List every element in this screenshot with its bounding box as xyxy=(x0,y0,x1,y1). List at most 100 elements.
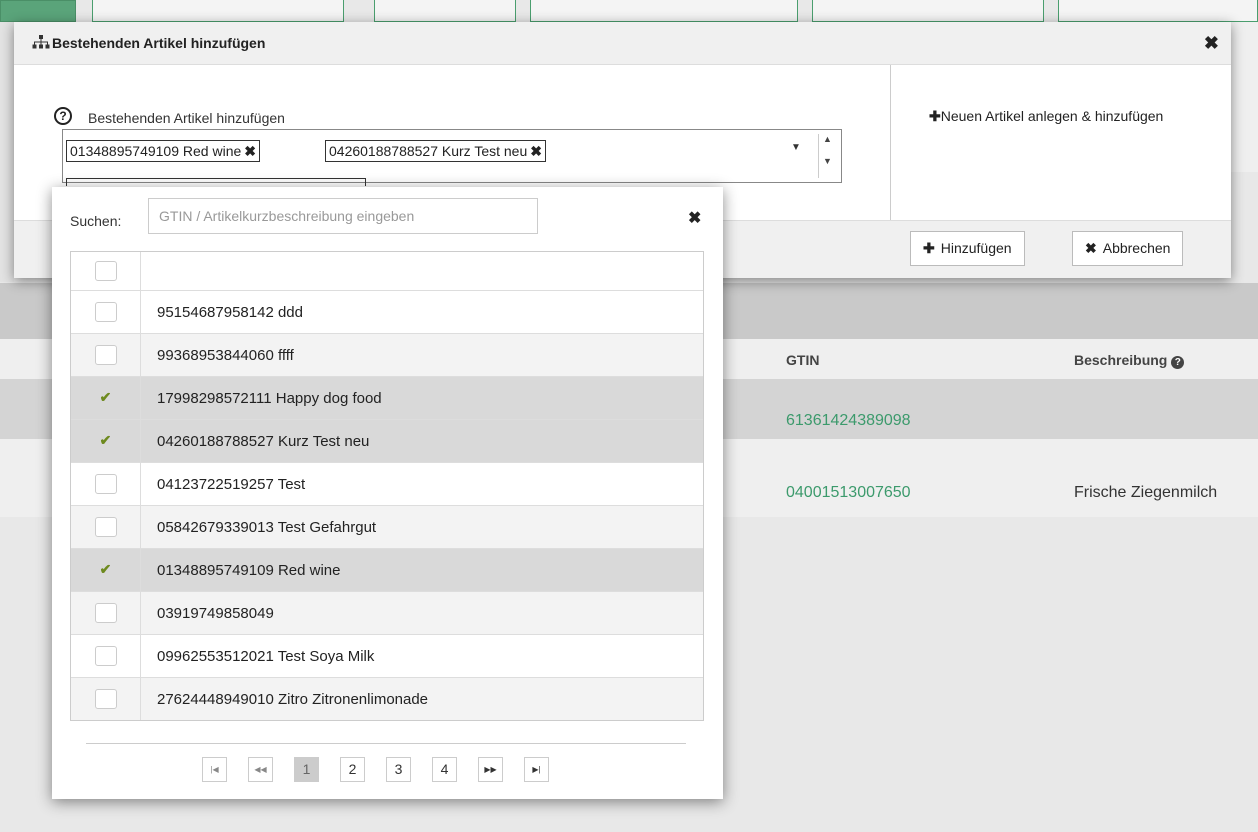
new-article-link[interactable]: ✚Neuen Artikel anlegen & hinzufügen xyxy=(929,109,1169,124)
background-green-button[interactable] xyxy=(0,0,76,22)
checkbox-cell: ✔ xyxy=(71,549,141,591)
next-page-icon[interactable]: ▶▶ xyxy=(478,757,503,782)
item-label: 17998298572111 Happy dog food xyxy=(157,389,382,407)
list-item[interactable]: ✔ 04260188788527 Kurz Test neu xyxy=(71,419,703,462)
checkbox-cell xyxy=(71,592,141,634)
checkbox-cell xyxy=(71,463,141,505)
background-toolbar-button[interactable] xyxy=(1058,0,1258,22)
chip-label: 04260188788527 Kurz Test neu xyxy=(329,143,528,159)
chip-label: 01348895749109 Red wine xyxy=(70,143,242,159)
add-button-label: Hinzufügen xyxy=(940,240,1012,256)
background-side-panel xyxy=(1230,22,1258,172)
item-label: 05842679339013 Test Gefahrgut xyxy=(157,518,377,536)
list-item[interactable]: 95154687958142 ddd xyxy=(71,290,703,333)
remove-icon[interactable]: ✖ xyxy=(244,143,256,159)
close-icon[interactable]: ✖ xyxy=(688,208,701,228)
item-label: 03919749858049 xyxy=(157,604,274,622)
list-item[interactable]: ✔ 17998298572111 Happy dog food xyxy=(71,376,703,419)
list-item[interactable]: 99368953844060 ffff xyxy=(71,333,703,376)
item-label: 04123722519257 Test xyxy=(157,475,306,493)
background-toolbar-button[interactable] xyxy=(530,0,798,22)
checkbox-cell: ✔ xyxy=(71,420,141,462)
item-checkbox[interactable] xyxy=(94,689,117,709)
page-button-2[interactable]: 2 xyxy=(340,757,365,782)
prev-page-icon[interactable]: ◀◀ xyxy=(248,757,273,782)
item-label: 27624448949010 Zitro Zitronenlimonade xyxy=(157,690,429,708)
pagination: |◀ ◀◀ 1 2 3 4 ▶▶ ▶| xyxy=(202,757,570,782)
remove-icon[interactable]: ✖ xyxy=(530,143,542,159)
cancel-button-label: Abbrechen xyxy=(1102,240,1171,256)
checkbox-cell: ✔ xyxy=(71,377,141,419)
item-checkbox[interactable] xyxy=(94,345,117,365)
gtin-link[interactable]: 04001513007650 xyxy=(786,484,911,502)
list-item[interactable]: 03919749858049 xyxy=(71,591,703,634)
add-button[interactable]: ✚ Hinzufügen xyxy=(910,231,1025,266)
pager-divider xyxy=(86,743,686,744)
selected-chip[interactable]: 01348895749109 Red wine ✖ xyxy=(66,140,260,162)
page-button-4[interactable]: 4 xyxy=(432,757,457,782)
check-icon[interactable]: ✔ xyxy=(95,431,117,451)
select-all-checkbox[interactable] xyxy=(94,261,117,281)
item-label: 01348895749109 Red wine xyxy=(157,561,341,579)
item-checkbox[interactable] xyxy=(94,302,117,322)
sitemap-icon xyxy=(32,34,50,52)
background-side-panel xyxy=(0,22,14,282)
list-item[interactable]: 05842679339013 Test Gefahrgut xyxy=(71,505,703,548)
page-button-3[interactable]: 3 xyxy=(386,757,411,782)
field-label: Bestehenden Artikel hinzufügen xyxy=(88,110,285,126)
modal-side-panel: ✚Neuen Artikel anlegen & hinzufügen xyxy=(890,65,1231,220)
gtin-link[interactable]: 61361424389098 xyxy=(786,412,911,430)
search-label: Suchen: xyxy=(70,213,122,229)
plus-icon: ✚ xyxy=(923,240,935,256)
check-icon[interactable]: ✔ xyxy=(95,388,117,408)
item-checkbox[interactable] xyxy=(94,474,117,494)
checkbox-cell xyxy=(71,635,141,677)
list-item[interactable]: 09962553512021 Test Soya Milk xyxy=(71,634,703,677)
last-page-icon[interactable]: ▶| xyxy=(524,757,549,782)
help-icon[interactable]: ? xyxy=(54,107,72,125)
page-button-1[interactable]: 1 xyxy=(294,757,319,782)
background-toolbar-button[interactable] xyxy=(374,0,516,22)
scroll-up-icon[interactable]: ▲ xyxy=(818,134,836,156)
article-multiselect[interactable]: 01348895749109 Red wine ✖ 04260188788527 … xyxy=(62,129,842,186)
gtin-column-header[interactable]: GTIN xyxy=(786,352,819,368)
checkbox-cell xyxy=(71,506,141,548)
article-selection-popup: Suchen: ✖ 95154687958142 ddd 99368953844… xyxy=(52,187,723,799)
list-item[interactable]: ✔ 01348895749109 Red wine xyxy=(71,548,703,591)
background-toolbar-button[interactable] xyxy=(812,0,1044,22)
description-cell: Frische Ziegenmilch xyxy=(1074,484,1218,501)
scroll-down-icon[interactable]: ▼ xyxy=(818,156,836,178)
close-icon: ✖ xyxy=(1085,240,1097,256)
check-icon[interactable]: ✔ xyxy=(95,560,117,580)
modal-header: Bestehenden Artikel hinzufügen ✖ xyxy=(14,22,1231,65)
help-icon: ? xyxy=(1171,356,1185,369)
item-checkbox[interactable] xyxy=(94,646,117,666)
select-all-row[interactable] xyxy=(71,252,703,290)
item-label: 95154687958142 ddd xyxy=(157,303,303,321)
checkbox-cell xyxy=(71,334,141,376)
caret-down-icon[interactable]: ▼ xyxy=(791,142,801,153)
new-article-label: Neuen Artikel anlegen & hinzufügen xyxy=(940,108,1164,124)
item-label: 99368953844060 ffff xyxy=(157,346,294,364)
close-icon[interactable]: ✖ xyxy=(1204,34,1219,52)
article-list: 95154687958142 ddd 99368953844060 ffff ✔… xyxy=(70,251,704,721)
checkbox-cell xyxy=(71,678,141,720)
background-toolbar-button[interactable] xyxy=(92,0,344,22)
item-label: 09962553512021 Test Soya Milk xyxy=(157,647,375,665)
description-header-label: Beschreibung xyxy=(1074,352,1168,368)
checkbox-cell xyxy=(71,291,141,333)
modal-title: Bestehenden Artikel hinzufügen xyxy=(52,35,266,51)
list-item[interactable]: 27624448949010 Zitro Zitronenlimonade xyxy=(71,677,703,720)
selected-chip[interactable] xyxy=(66,178,366,186)
checkbox-cell xyxy=(71,252,141,290)
plus-icon: ✚ xyxy=(929,108,941,124)
description-column-header[interactable]: Beschreibung ? xyxy=(1074,352,1185,369)
selected-chip[interactable]: 04260188788527 Kurz Test neu ✖ xyxy=(325,140,546,162)
first-page-icon[interactable]: |◀ xyxy=(202,757,227,782)
list-item[interactable]: 04123722519257 Test xyxy=(71,462,703,505)
header-cell xyxy=(141,252,703,290)
item-checkbox[interactable] xyxy=(94,603,117,623)
search-input[interactable] xyxy=(148,198,538,234)
cancel-button[interactable]: ✖ Abbrechen xyxy=(1072,231,1184,266)
item-checkbox[interactable] xyxy=(94,517,117,537)
